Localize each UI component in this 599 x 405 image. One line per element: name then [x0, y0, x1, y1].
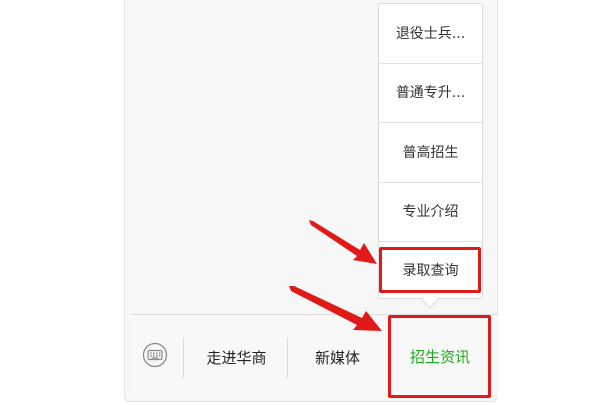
tab-divider [183, 338, 184, 378]
tab-new-media[interactable]: 新媒体 [290, 340, 385, 376]
tab-divider [287, 338, 288, 378]
submenu-item-general-admission[interactable]: 普高招生 [379, 142, 482, 162]
tab-about-school[interactable]: 走进华商 [189, 340, 284, 376]
tab-admission-info[interactable]: 招生资讯 [392, 339, 488, 375]
submenu-popup: 退役士兵... 普通专升... 普高招生 专业介绍 录取查询 [378, 3, 483, 299]
keyboard-icon[interactable] [142, 342, 168, 368]
submenu-item-veteran[interactable]: 退役士兵... [379, 23, 482, 43]
tab-divider [388, 338, 389, 378]
submenu-item-upgrade[interactable]: 普通专升... [379, 82, 482, 102]
submenu-item-majors[interactable]: 专业介绍 [379, 201, 482, 221]
submenu-item-admission-query[interactable]: 录取查询 [379, 260, 482, 280]
submenu-divider [379, 182, 482, 183]
submenu-divider [379, 241, 482, 242]
submenu-divider [379, 63, 482, 64]
submenu-divider [379, 122, 482, 123]
